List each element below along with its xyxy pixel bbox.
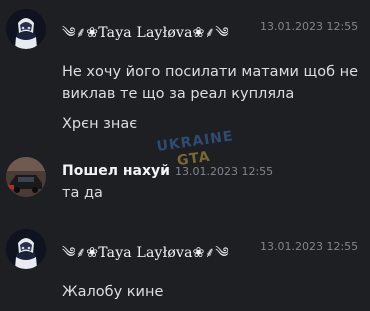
chat-message-list: ༄⸙❀Taya Layłøva❀⸙༄ 13.01.2023 12:55 Не х… (0, 0, 370, 311)
message-text: Жалобу кине (62, 284, 164, 300)
avatar[interactable] (6, 9, 46, 49)
message-text: Не хочу його посилати матами щоб не викл… (62, 64, 359, 102)
message-author[interactable]: ༄⸙❀Taya Layłøva❀⸙༄ (62, 236, 229, 276)
anime-girl-avatar-icon (6, 229, 46, 269)
message-author[interactable]: Пошел нахуй (62, 163, 170, 179)
message-timestamp: 13.01.2023 12:55 (260, 20, 359, 33)
message-text: та да (62, 185, 103, 201)
avatar[interactable] (6, 157, 46, 197)
message-author[interactable]: ༄⸙❀Taya Layłøva❀⸙༄ (62, 16, 229, 56)
dark-car-avatar-icon (6, 157, 46, 197)
message-timestamp: 13.01.2023 12:55 (260, 240, 359, 253)
anime-girl-avatar-icon (6, 9, 46, 49)
avatar[interactable] (6, 229, 46, 269)
